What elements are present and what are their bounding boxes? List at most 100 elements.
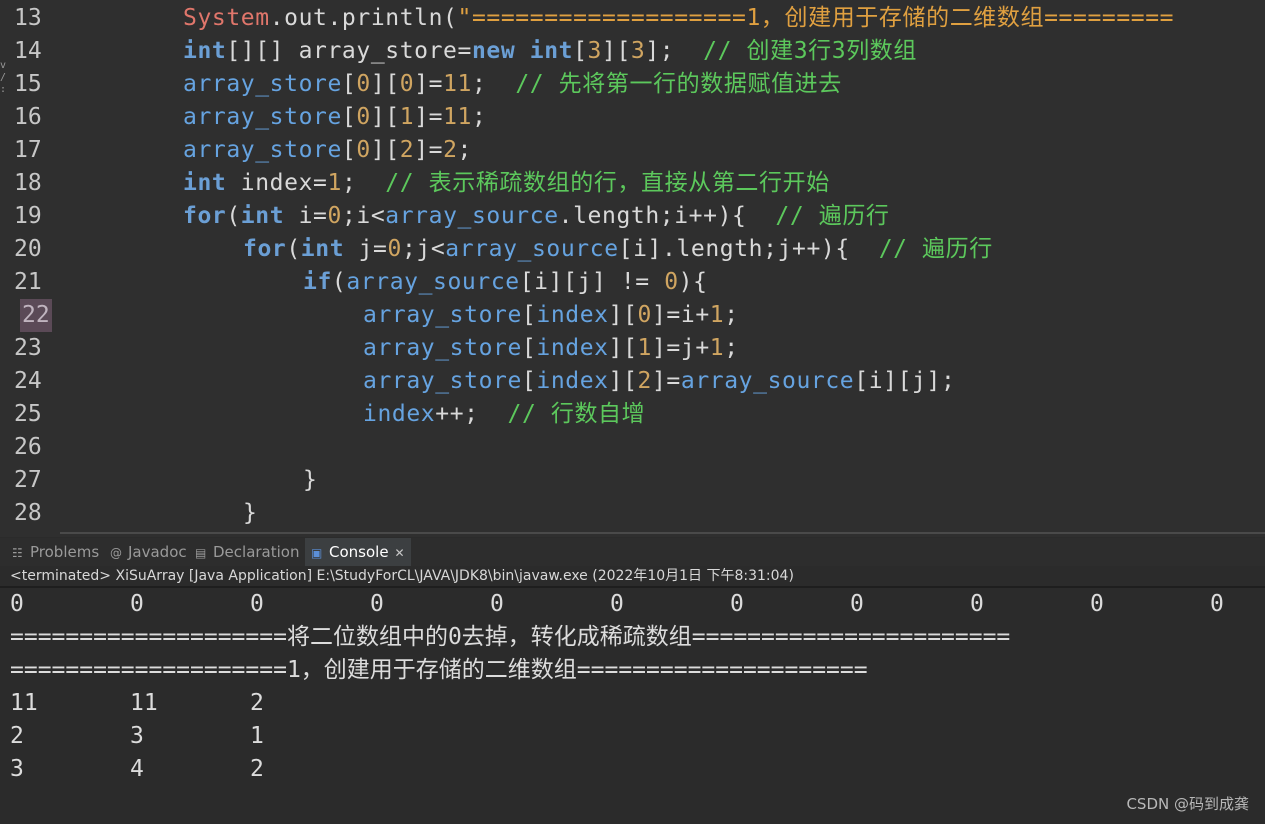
code-token: int: [183, 38, 227, 64]
code-token: [: [341, 137, 357, 163]
console-value: 2: [10, 723, 24, 749]
code-token: ][: [602, 38, 631, 64]
code-token: 0: [664, 269, 679, 295]
code-token: 1: [637, 335, 652, 361]
code-token: if: [303, 269, 332, 295]
code-token: 0: [637, 302, 652, 328]
code-token: 11: [443, 104, 472, 130]
code-text: array_store[0][1]=11;: [183, 101, 486, 134]
code-token: ]=j+: [651, 335, 710, 361]
code-token: 2: [637, 368, 652, 394]
problems-icon: ☷: [12, 546, 23, 560]
code-token: ][: [608, 368, 638, 394]
code-token: // 先将第一行的数据赋值进去: [515, 71, 842, 97]
code-token: // 创建3行3列数组: [703, 38, 917, 64]
code-line[interactable]: 13 System.out.println("==================…: [0, 2, 1265, 35]
code-token: 3: [587, 38, 602, 64]
console-value: 2: [250, 690, 264, 716]
code-line[interactable]: 20 for(int j=0;j<array_source[i].length;j…: [0, 233, 1265, 266]
code-line[interactable]: 18 int index=1; // 表示稀疏数组的行，直接从第二行开始: [0, 167, 1265, 200]
code-token: 0: [387, 236, 402, 262]
code-token: ][: [370, 137, 400, 163]
code-line[interactable]: 21 if(array_source[i][j] != 0){: [0, 266, 1265, 299]
code-line[interactable]: 24 array_store[index][2]=array_source[i][…: [0, 365, 1265, 398]
code-line[interactable]: 28}: [0, 497, 1265, 530]
code-token: array_store: [183, 137, 342, 163]
code-line[interactable]: 25 index++; // 行数自增: [0, 398, 1265, 431]
code-line[interactable]: 23 array_store[index][1]=j+1;: [0, 332, 1265, 365]
code-token: j=: [344, 236, 388, 262]
code-token: [i][j];: [854, 368, 956, 394]
console-value: 0: [10, 591, 24, 617]
code-token: ][: [370, 104, 400, 130]
code-token: array_store: [183, 104, 342, 130]
tab-console[interactable]: ▣ Console ✕: [305, 538, 411, 566]
code-token: (: [226, 203, 241, 229]
code-line[interactable]: 22 array_store[index][0]=i+1;: [0, 299, 1265, 332]
code-token: [: [573, 38, 588, 64]
tab-javadoc[interactable]: @ Javadoc: [110, 538, 187, 566]
code-token: array_store: [363, 335, 522, 361]
console-divider: [0, 586, 1265, 588]
code-line[interactable]: 16 array_store[0][1]=11;: [0, 101, 1265, 134]
console-value: 0: [1090, 591, 1104, 617]
code-line[interactable]: 19 for(int i=0;i<array_source.length;i++)…: [0, 200, 1265, 233]
code-line[interactable]: 17 array_store[0][2]=2;: [0, 134, 1265, 167]
code-line[interactable]: 27}: [0, 464, 1265, 497]
code-token: ;i<: [341, 203, 386, 229]
code-token: array_store: [183, 71, 342, 97]
line-number: 26: [14, 434, 42, 460]
console-value: 0: [130, 591, 144, 617]
code-editor[interactable]: v /: 13 System.out.println("==============…: [0, 0, 1265, 537]
code-token: int: [240, 203, 285, 229]
code-token: 1: [709, 335, 725, 361]
code-text: for(int j=0;j<array_source[i].length;j++…: [243, 233, 993, 266]
console-value: 2: [250, 756, 264, 782]
csdn-watermark: CSDN @码到成龚: [1126, 795, 1249, 813]
code-token: 1: [399, 104, 415, 130]
console-data-row: 2 3 1: [10, 720, 410, 753]
code-token: ][: [370, 71, 400, 97]
code-token: 0: [356, 71, 371, 97]
code-token: 0: [399, 71, 415, 97]
code-token: (: [331, 269, 347, 295]
code-text: }: [243, 497, 257, 530]
tab-declaration[interactable]: ▤ Declaration: [195, 538, 299, 566]
code-token: int: [300, 236, 345, 262]
code-text: System.out.println("===================1…: [183, 2, 1174, 35]
code-token: out: [284, 5, 328, 31]
code-token: .println(: [327, 5, 458, 31]
close-icon[interactable]: ✕: [395, 546, 405, 560]
code-token: System: [183, 5, 270, 31]
code-token: "===================1，创建用于存储的二维数组=======…: [457, 5, 1175, 31]
console-value: 0: [490, 591, 504, 617]
code-token: new: [471, 38, 516, 64]
console-value: 4: [130, 756, 144, 782]
code-token: // 遍历行: [878, 236, 993, 262]
code-token: ][: [608, 335, 638, 361]
code-token: [: [341, 71, 357, 97]
console-data-row: 11 11 2: [10, 687, 410, 720]
code-text: int[][] array_store=new int[3][3]; // 创建…: [183, 35, 917, 68]
code-token: }: [303, 467, 318, 493]
console-view[interactable]: <terminated> XiSuArray [Java Application…: [0, 566, 1265, 824]
line-number: 22: [20, 299, 52, 332]
tab-label: Console: [329, 543, 389, 561]
code-line[interactable]: 15 array_store[0][0]=11; // 先将第一行的数据赋值进去: [0, 68, 1265, 101]
code-token: 2: [399, 137, 415, 163]
code-text: array_store[0][2]=2;: [183, 134, 472, 167]
code-token: [: [521, 302, 537, 328]
code-text: index++; // 行数自增: [363, 398, 645, 431]
code-token: int: [183, 170, 227, 196]
console-value: 11: [130, 690, 158, 716]
console-data-row: 3 4 2: [10, 753, 410, 786]
code-line[interactable]: 26: [0, 431, 1265, 464]
code-line[interactable]: 14 int[][] array_store=new int[3][3]; // …: [0, 35, 1265, 68]
code-token: 0: [327, 203, 342, 229]
code-text: }: [303, 464, 317, 497]
code-token: ]=: [651, 368, 681, 394]
tab-problems[interactable]: ☷ Problems: [12, 538, 99, 566]
console-process-label: <terminated> XiSuArray [Java Application…: [10, 568, 794, 584]
code-token: index: [536, 368, 609, 394]
